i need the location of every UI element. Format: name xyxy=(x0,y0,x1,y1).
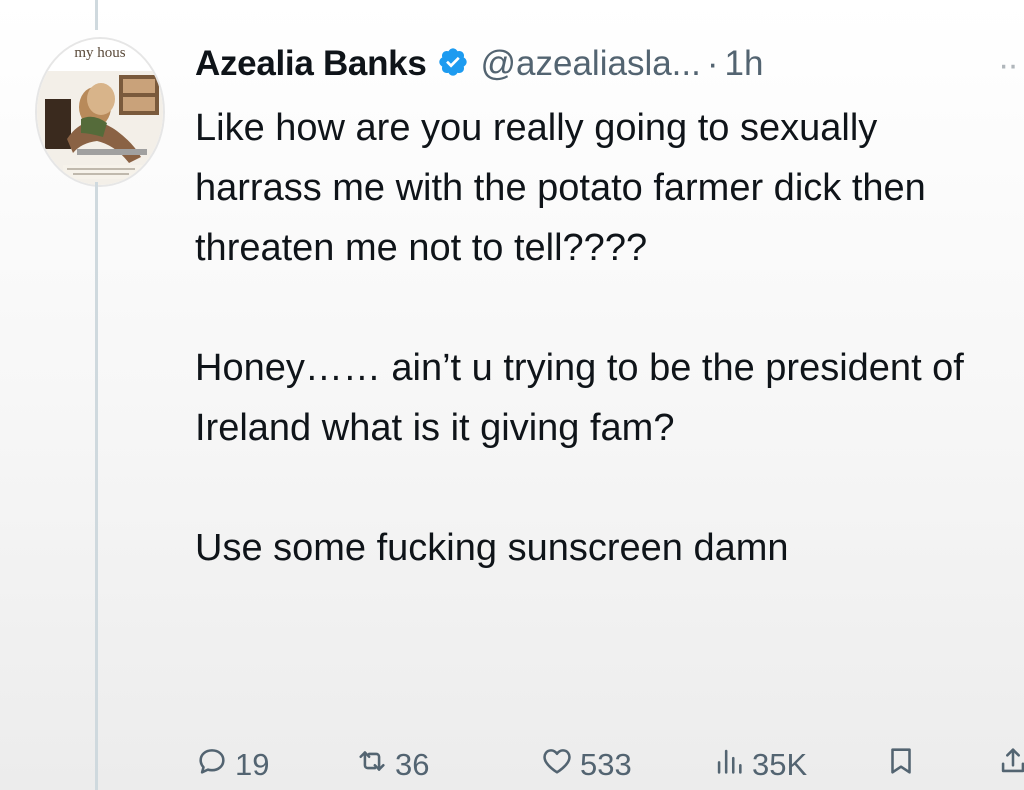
svg-text:my hous: my hous xyxy=(74,45,125,61)
timestamp[interactable]: 1h xyxy=(725,44,764,84)
repost-icon xyxy=(355,744,395,786)
tweet-action-bar: 19 36 533 35K xyxy=(0,740,1024,790)
heart-icon xyxy=(540,744,580,786)
separator-dot: · xyxy=(706,44,719,83)
reply-icon xyxy=(195,744,235,786)
more-options-icon[interactable]: ·· xyxy=(998,46,1019,85)
share-icon xyxy=(996,744,1024,786)
author-display-name[interactable]: Azealia Banks xyxy=(195,44,427,84)
reply-button[interactable]: 19 xyxy=(195,740,269,790)
thread-line xyxy=(95,182,98,790)
tweet-header: Azealia Banks @azealiasla... · 1h xyxy=(195,36,763,92)
share-button[interactable] xyxy=(996,740,1024,790)
author-handle[interactable]: @azealiasla... xyxy=(481,44,701,84)
repost-count: 36 xyxy=(395,747,430,782)
tweet-paragraph: Like how are you really going to sexuall… xyxy=(195,107,926,269)
like-count: 533 xyxy=(580,747,632,782)
tweet-paragraph: Honey…… ain’t u trying to be the preside… xyxy=(195,347,964,449)
views-button[interactable]: 35K xyxy=(712,740,807,790)
tweet-body: Like how are you really going to sexuall… xyxy=(195,98,995,578)
views-chart-icon xyxy=(712,744,752,786)
thread-line-top xyxy=(95,0,98,30)
repost-button[interactable]: 36 xyxy=(355,740,429,790)
tweet-screenshot: my hous Azealia Banks @azealiasla... · 1… xyxy=(0,0,1024,790)
verified-badge-icon xyxy=(427,46,469,83)
avatar[interactable]: my hous xyxy=(35,37,165,187)
bookmark-icon xyxy=(884,744,924,786)
like-button[interactable]: 533 xyxy=(540,740,632,790)
bookmark-button[interactable] xyxy=(884,740,924,790)
tweet-paragraph: Use some fucking sunscreen damn xyxy=(195,527,789,569)
avatar-image: my hous xyxy=(37,39,163,185)
reply-count: 19 xyxy=(235,747,270,782)
views-count: 35K xyxy=(752,747,808,782)
